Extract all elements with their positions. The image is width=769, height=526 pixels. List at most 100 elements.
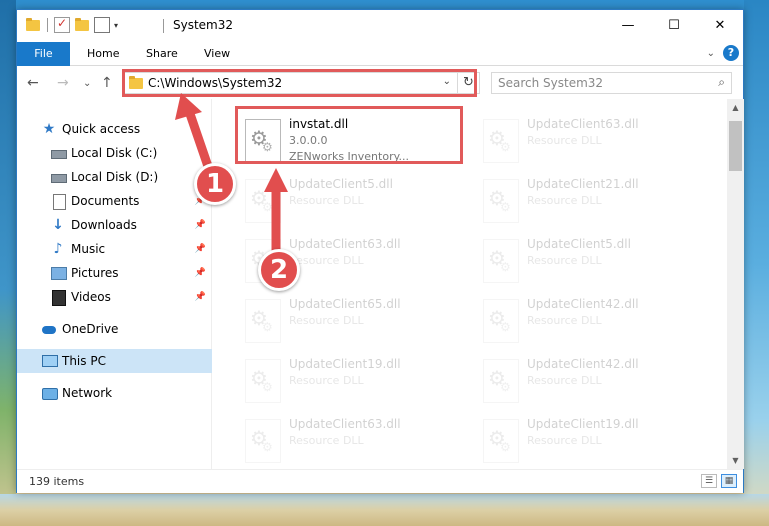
sidebar-item-label: OneDrive: [62, 322, 119, 336]
sidebar-item-downloads[interactable]: ↓ Downloads 📌: [17, 213, 212, 237]
file-item[interactable]: UpdateClient63.dll Resource DLL: [477, 113, 709, 171]
tab-file[interactable]: File: [17, 42, 70, 66]
dll-file-icon: [483, 359, 519, 403]
up-button[interactable]: ↑: [101, 75, 113, 91]
sidebar-item-label: Local Disk (D:): [71, 170, 159, 184]
sidebar-item-label: Music: [71, 242, 106, 256]
customize-toolbar-chevron-icon[interactable]: ▾: [114, 21, 118, 30]
tab-home[interactable]: Home: [74, 42, 132, 66]
file-type: Resource DLL: [289, 254, 364, 267]
file-explorer-window: ▾ System32 — ☐ ✕ File Home Share View ⌄ …: [16, 9, 744, 493]
file-type: Resource DLL: [527, 434, 602, 447]
dll-file-icon: [245, 299, 281, 343]
sidebar-item-documents[interactable]: Documents 📌: [17, 189, 212, 213]
forward-button[interactable]: →: [57, 75, 69, 91]
sidebar-item-label: This PC: [62, 354, 106, 368]
back-button[interactable]: ←: [27, 75, 39, 91]
pin-icon[interactable]: 📌: [195, 189, 206, 213]
address-bar[interactable]: C:\Windows\System32 ⌄ ↻: [123, 72, 480, 94]
expand-ribbon-chevron-icon[interactable]: ⌄: [707, 48, 715, 59]
view-switcher: ☰ ▦: [701, 474, 737, 488]
sidebar-item-music[interactable]: ♪ Music 📌: [17, 237, 212, 261]
pin-icon[interactable]: 📌: [195, 285, 206, 309]
file-type: Resource DLL: [289, 314, 364, 327]
file-item[interactable]: UpdateClient19.dll Resource DLL: [477, 413, 709, 469]
file-name: UpdateClient19.dll: [527, 417, 639, 431]
file-type: Resource DLL: [289, 374, 364, 387]
sidebar-item-label: Network: [62, 386, 113, 400]
sidebar-item-this-pc[interactable]: This PC: [17, 349, 212, 373]
ribbon-tabs: File Home Share View ⌄ ?: [17, 42, 743, 66]
file-description: ZENworks Inventory...: [289, 150, 410, 163]
file-item[interactable]: UpdateClient5.dll Resource DLL: [477, 233, 709, 291]
videos-icon: [50, 289, 66, 306]
recent-locations-chevron-icon[interactable]: ⌄: [83, 78, 91, 89]
scrollbar-thumb[interactable]: [729, 121, 742, 171]
tab-share[interactable]: Share: [133, 42, 191, 66]
file-name: UpdateClient63.dll: [289, 417, 401, 431]
search-box[interactable]: Search System32 ⌕: [491, 72, 732, 94]
sidebar-item-label: Videos: [71, 290, 111, 304]
help-icon[interactable]: ?: [723, 45, 739, 61]
properties-icon[interactable]: [94, 17, 110, 33]
tab-view[interactable]: View: [191, 42, 243, 66]
title-divider: [163, 19, 164, 33]
maximize-button[interactable]: ☐: [651, 10, 697, 40]
file-item[interactable]: UpdateClient63.dll Resource DLL: [239, 413, 471, 469]
file-type: Resource DLL: [289, 434, 364, 447]
folder-icon: [128, 75, 144, 91]
sidebar-item-label: Documents: [71, 194, 140, 208]
sidebar-item-pictures[interactable]: Pictures 📌: [17, 261, 212, 285]
details-view-icon[interactable]: ☰: [701, 474, 717, 488]
onedrive-icon: [41, 321, 57, 337]
tiles-view-icon[interactable]: ▦: [721, 474, 737, 488]
file-item[interactable]: UpdateClient5.dll Resource DLL: [239, 173, 471, 231]
vertical-scrollbar[interactable]: ▲ ▼: [727, 99, 744, 469]
window-controls: — ☐ ✕: [605, 10, 743, 40]
file-item[interactable]: UpdateClient63.dll Resource DLL: [239, 233, 471, 291]
documents-icon: [50, 193, 66, 210]
file-item[interactable]: UpdateClient65.dll Resource DLL: [239, 293, 471, 351]
file-item[interactable]: UpdateClient42.dll Resource DLL: [477, 293, 709, 351]
dll-file-icon: [483, 299, 519, 343]
file-item[interactable]: UpdateClient21.dll Resource DLL: [477, 173, 709, 231]
scroll-up-arrow-icon[interactable]: ▲: [727, 99, 744, 116]
file-item-invstat[interactable]: invstat.dll 3.0.0.0 ZENworks Inventory..…: [239, 113, 471, 171]
sidebar-item-local-disk-d[interactable]: Local Disk (D:): [17, 165, 212, 189]
properties-check-icon[interactable]: [54, 16, 70, 33]
dll-file-icon: [245, 239, 281, 283]
close-button[interactable]: ✕: [697, 10, 743, 40]
refresh-button[interactable]: ↻: [457, 73, 479, 93]
pin-icon[interactable]: 📌: [195, 213, 206, 237]
quick-access-toolbar: ▾: [25, 16, 118, 33]
sidebar-item-label: Local Disk (C:): [71, 146, 158, 160]
pin-icon[interactable]: 📌: [195, 261, 206, 285]
dll-file-icon: [483, 239, 519, 283]
status-bar: 139 items ☰ ▦: [17, 469, 743, 493]
file-item[interactable]: UpdateClient42.dll Resource DLL: [477, 353, 709, 411]
sidebar-item-quick-access[interactable]: ★ Quick access: [17, 117, 212, 141]
file-item[interactable]: UpdateClient19.dll Resource DLL: [239, 353, 471, 411]
drive-icon: [50, 169, 67, 185]
sidebar-item-videos[interactable]: Videos 📌: [17, 285, 212, 309]
scroll-down-arrow-icon[interactable]: ▼: [727, 452, 744, 469]
file-list: invstat.dll 3.0.0.0 ZENworks Inventory..…: [213, 99, 727, 469]
file-type: Resource DLL: [289, 194, 364, 207]
address-dropdown-chevron-icon[interactable]: ⌄: [443, 76, 451, 87]
dll-file-icon: [245, 419, 281, 463]
sidebar-item-network[interactable]: Network: [17, 381, 212, 405]
search-input[interactable]: Search System32: [498, 76, 603, 90]
music-icon: ♪: [53, 241, 63, 257]
file-type: Resource DLL: [527, 314, 602, 327]
pictures-icon: [50, 265, 67, 281]
minimize-button[interactable]: —: [605, 10, 651, 40]
sidebar-item-local-disk-c[interactable]: Local Disk (C:): [17, 141, 212, 165]
toolbar-divider: [47, 18, 48, 32]
search-icon[interactable]: ⌕: [718, 75, 725, 90]
navigation-pane: ★ Quick access Local Disk (C:) Local Dis…: [17, 99, 212, 469]
pin-icon[interactable]: 📌: [195, 237, 206, 261]
new-folder-icon[interactable]: [74, 17, 90, 33]
file-type: Resource DLL: [527, 194, 602, 207]
address-path[interactable]: C:\Windows\System32: [148, 76, 282, 90]
sidebar-item-onedrive[interactable]: OneDrive: [17, 317, 212, 341]
